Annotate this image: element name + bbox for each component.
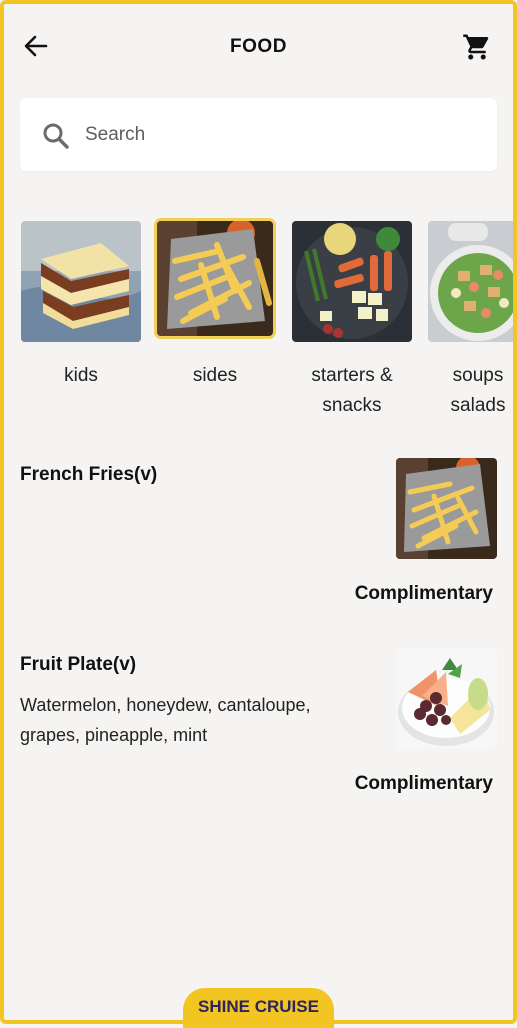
menu-item[interactable]: Fruit Plate(v) Watermelon, honeydew, can… — [0, 630, 517, 810]
item-name: Fruit Plate(v) — [20, 654, 137, 675]
fruit-plate-image — [396, 648, 497, 749]
app-header: FOOD — [0, 0, 517, 92]
page-title: FOOD — [230, 36, 287, 57]
category-label: sides — [192, 365, 238, 386]
brand-badge: SHINE CRUISE — [183, 988, 334, 1028]
french-fries-image — [396, 458, 497, 559]
item-price: Complimentary — [354, 773, 493, 794]
cart-icon[interactable] — [462, 32, 492, 62]
salads-thumbnail — [428, 221, 517, 342]
item-name: French Fries(v) — [20, 464, 158, 485]
kids-thumbnail — [21, 221, 141, 342]
category-carousel[interactable]: kids sides starters & snacks soups salad… — [0, 215, 517, 430]
search-bar[interactable] — [20, 98, 497, 171]
item-price: Complimentary — [354, 583, 493, 604]
sides-thumbnail — [154, 218, 276, 339]
search-icon — [43, 123, 69, 149]
search-input[interactable] — [83, 118, 477, 152]
menu-item[interactable]: French Fries(v) Complimentary — [0, 440, 517, 620]
item-description: Watermelon, honeydew, cantaloupe, grapes… — [20, 695, 311, 745]
category-label: soups salads — [450, 365, 506, 416]
starters-thumbnail — [292, 221, 412, 342]
